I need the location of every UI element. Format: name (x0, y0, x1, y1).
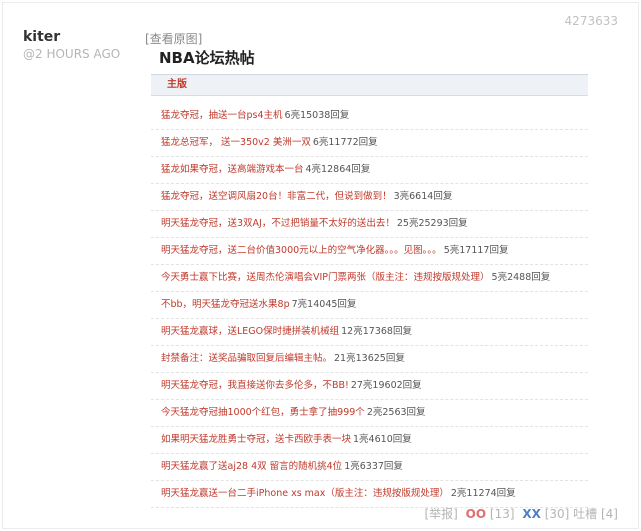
thread-row: 猛龙夺冠，抽送一台ps4主机 6亮15038回复 (151, 103, 588, 130)
xx-count: [30] (544, 507, 570, 521)
thread-title-link[interactable]: 不bb，明天猛龙夺冠送水果8p (161, 299, 290, 310)
thread-title-link[interactable]: 封禁备注：送奖品骗取回复后编辑主帖。 (161, 353, 332, 364)
report-link[interactable]: [举报] (424, 507, 457, 521)
thread-row: 如果明天猛龙胜勇士夺冠，送卡西欧手表一块 1亮4610回复 (151, 427, 588, 454)
thread-row: 猛龙如果夺冠，送高端游戏本一台 4亮12864回复 (151, 157, 588, 184)
oo-count: [13] (489, 507, 515, 521)
thread-stats: 6亮15038回复 (284, 110, 350, 121)
thread-stats: 1亮6337回复 (344, 461, 403, 472)
section-label: 主版 (167, 79, 187, 90)
thread-row: 明天猛龙赢了送aj28 4双 留言的随机挑4位 1亮6337回复 (151, 454, 588, 481)
thread-title-link[interactable]: 猛龙夺冠，送空调风扇20台！非富二代，但说到做到！ (161, 191, 392, 202)
oo-vote-button[interactable]: OO (466, 507, 486, 521)
thread-row: 明天猛龙夺冠，送二台价值3000元以上的空气净化器。。。见图。。。 5亮17117… (151, 238, 588, 265)
thread-stats: 2亮11274回复 (450, 488, 516, 499)
section-header: 主版 (151, 74, 588, 96)
thread-row: 封禁备注：送奖品骗取回复后编辑主帖。 21亮13625回复 (151, 346, 588, 373)
thread-stats: 12亮17368回复 (341, 326, 412, 337)
thread-row: 猛龙夺冠，送空调风扇20台！非富二代，但说到做到！ 3亮6614回复 (151, 184, 588, 211)
thread-row: 明天猛龙夺冠，送3双AJ，不过把销量不太好的送出去！ 25亮25293回复 (151, 211, 588, 238)
thread-stats: 5亮2488回复 (491, 272, 551, 283)
thread-title-link[interactable]: 今天猛龙夺冠抽1000个红包，勇士拿了抽999个 (161, 407, 365, 418)
thread-title-link[interactable]: 猛龙总冠军， 送一350v2 美洲一双 (161, 137, 311, 148)
thread-stats: 7亮14045回复 (291, 299, 357, 310)
thread-title-link[interactable]: 猛龙如果夺冠，送高端游戏本一台 (161, 164, 304, 175)
thread-title-link[interactable]: 明天猛龙赢了送aj28 4双 留言的随机挑4位 (161, 461, 342, 472)
thread-stats: 2亮2563回复 (366, 407, 426, 418)
thread-row: 今天猛龙夺冠抽1000个红包，勇士拿了抽999个 2亮2563回复 (151, 400, 588, 427)
thread-title-link[interactable]: 明天猛龙夺冠，送二台价值3000元以上的空气净化器。。。见图。。。 (161, 245, 442, 256)
thread-title-link[interactable]: 今天勇士赢下比赛，送周杰伦演唱会VIP门票两张（版主注：违规按版规处理） (161, 272, 490, 283)
post-footer: [举报] OO [13] XX [30] 吐槽 [4] (424, 505, 618, 522)
thread-title-link[interactable]: 明天猛龙夺冠，送3双AJ，不过把销量不太好的送出去！ (161, 218, 395, 229)
thread-row: 明天猛龙赢送一台二手iPhone xs max（版主注：违规按版规处理） 2亮11… (151, 481, 588, 508)
thread-title-link[interactable]: 明天猛龙夺冠，我直接送你去多伦多，不BB! (161, 380, 349, 391)
thread-list: 猛龙夺冠，抽送一台ps4主机 6亮15038回复 猛龙总冠军， 送一350v2 美洲… (151, 103, 588, 508)
author-name: kiter (23, 29, 61, 45)
thread-row: 猛龙总冠军， 送一350v2 美洲一双 6亮11772回复 (151, 130, 588, 157)
thread-title-link[interactable]: 如果明天猛龙胜勇士夺冠，送卡西欧手表一块 (161, 434, 351, 445)
thread-stats: 21亮13625回复 (334, 353, 405, 364)
post-time: @2 HOURS AGO (23, 47, 121, 61)
post-id[interactable]: 4273633 (565, 14, 618, 28)
post-card: 4273633 kiter @2 HOURS AGO [查看原图] NBA论坛热… (2, 2, 639, 529)
thread-stats: 27亮19602回复 (350, 380, 422, 391)
view-original-link[interactable]: [查看原图] (145, 30, 202, 47)
thread-stats: 6亮11772回复 (312, 137, 378, 148)
thread-row: 今天勇士赢下比赛，送周杰伦演唱会VIP门票两张（版主注：违规按版规处理） 5亮24… (151, 265, 588, 292)
thread-stats: 5亮17117回复 (443, 245, 509, 256)
thread-stats: 3亮6614回复 (393, 191, 453, 202)
thread-stats: 1亮4610回复 (353, 434, 412, 445)
xx-vote-button[interactable]: XX (522, 507, 541, 521)
thread-stats: 25亮25293回复 (396, 218, 468, 229)
thread-title-link[interactable]: 明天猛龙赢送一台二手iPhone xs max（版主注：违规按版规处理） (161, 488, 449, 499)
thread-stats: 4亮12864回复 (305, 164, 371, 175)
thread-row: 明天猛龙赢球，送LEGO保时捷拼装机械组 12亮17368回复 (151, 319, 588, 346)
thread-title-link[interactable]: 猛龙夺冠，抽送一台ps4主机 (161, 110, 283, 121)
forum-title: NBA论坛热帖 (159, 49, 255, 67)
thread-title-link[interactable]: 明天猛龙赢球，送LEGO保时捷拼装机械组 (161, 326, 339, 337)
thread-row: 明天猛龙夺冠，我直接送你去多伦多，不BB! 27亮19602回复 (151, 373, 588, 400)
thread-row: 不bb，明天猛龙夺冠送水果8p 7亮14045回复 (151, 292, 588, 319)
comments-link[interactable]: 吐槽 [4] (573, 507, 618, 521)
